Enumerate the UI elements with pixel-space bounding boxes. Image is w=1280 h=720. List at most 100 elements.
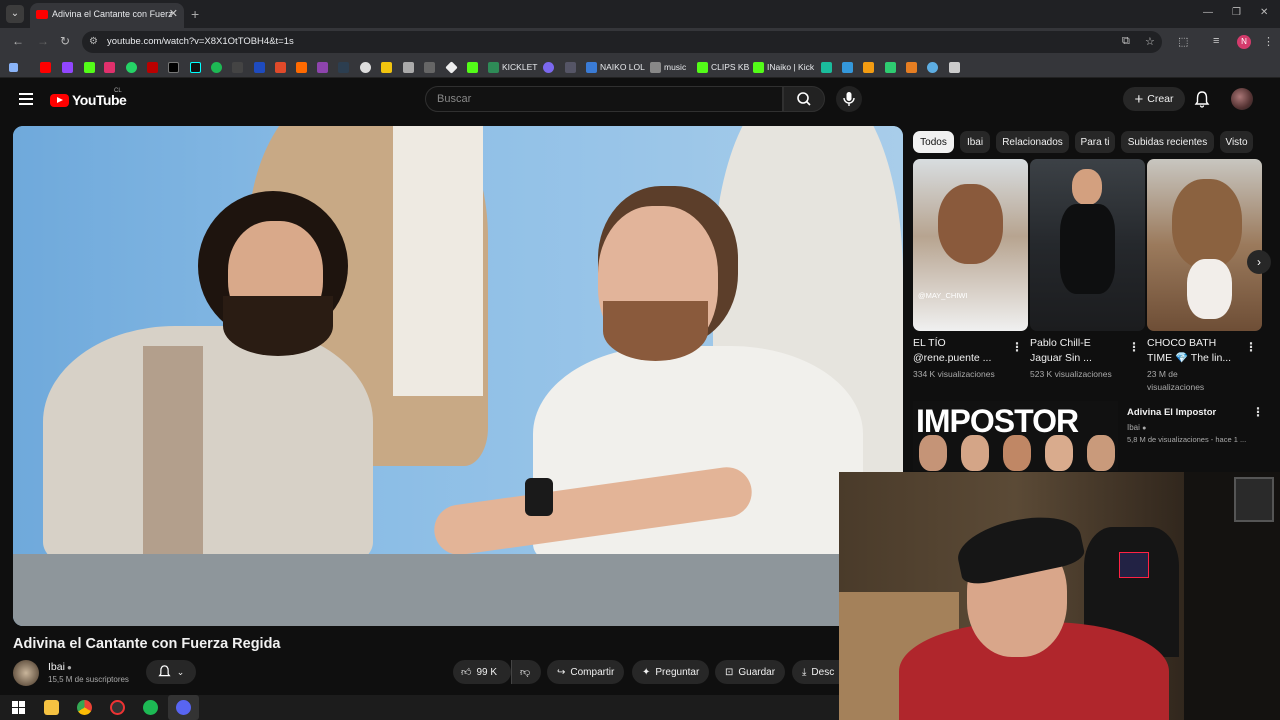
- save-button[interactable]: ⊡ Guardar: [715, 660, 786, 684]
- bookmark-cat-icon[interactable]: [403, 60, 414, 74]
- webcam-person-cap: [952, 507, 1087, 588]
- bookmark-clips-kb[interactable]: CLIPS KB: [697, 60, 749, 74]
- new-tab-icon[interactable]: +: [191, 6, 199, 22]
- chip-para-ti[interactable]: Para ti: [1075, 131, 1115, 153]
- create-button[interactable]: + Crear: [1123, 87, 1185, 111]
- window-close-icon[interactable]: ✕: [1260, 7, 1268, 18]
- bookmark-twitch-icon[interactable]: [62, 60, 73, 74]
- bookmark-violet-icon[interactable]: [543, 60, 554, 74]
- youtube-logo[interactable]: YouTube CL: [50, 88, 127, 108]
- apps-icon[interactable]: [9, 60, 18, 74]
- bookmark-s-icon[interactable]: [232, 60, 243, 74]
- short-title[interactable]: CHOCO BATH TIME 💎 The lin...: [1147, 336, 1242, 366]
- browser-tab-active[interactable]: Adivina el Cantante con Fuerza ✕: [30, 3, 184, 28]
- more-options-icon[interactable]: ⋮: [1128, 340, 1140, 354]
- bookmark-kick-icon[interactable]: [84, 60, 95, 74]
- short-thumbnail[interactable]: @MAY_CHIWI: [913, 159, 1028, 331]
- discord-icon[interactable]: [176, 700, 191, 715]
- share-icon: ↪: [557, 666, 566, 678]
- tab-close-icon[interactable]: ✕: [169, 7, 178, 20]
- bookmark-shield-icon[interactable]: [565, 60, 576, 74]
- short-thumbnail[interactable]: [1147, 159, 1262, 331]
- bookmark-gray-icon[interactable]: [424, 60, 435, 74]
- minimize-icon[interactable]: —: [1203, 7, 1213, 18]
- bookmark-gold-icon[interactable]: [863, 60, 874, 74]
- shorts-next-button[interactable]: ›: [1247, 250, 1271, 274]
- short-title[interactable]: EL TÍO @rene.puente ...: [913, 336, 1008, 366]
- bookmark-light-icon[interactable]: [949, 60, 960, 74]
- bookmark-green-icon[interactable]: [467, 60, 478, 74]
- tab-search-button[interactable]: ⌄: [6, 5, 24, 23]
- download-button[interactable]: ⤓ Desc: [792, 660, 839, 684]
- bookmark-star-icon[interactable]: ☆: [1145, 35, 1155, 48]
- short-thumbnail[interactable]: [1030, 159, 1145, 331]
- media-controls-icon[interactable]: ≡: [1213, 35, 1219, 47]
- recommended-title[interactable]: Adivina El Impostor: [1127, 407, 1216, 418]
- extensions-icon[interactable]: ⬚: [1178, 35, 1188, 48]
- bookmark-red-icon[interactable]: [275, 60, 286, 74]
- install-app-icon[interactable]: ⧉: [1122, 35, 1130, 48]
- bookmark-purple-icon[interactable]: [317, 60, 328, 74]
- browser-menu-icon[interactable]: ⋮: [1263, 35, 1274, 48]
- address-bar[interactable]: ⚙ youtube.com/watch?v=X8X1OtTOBH4&t=1s: [82, 31, 1162, 53]
- recommended-thumbnail[interactable]: IMPOSTOR: [913, 401, 1118, 471]
- chip-subidas-recientes[interactable]: Subidas recientes: [1121, 131, 1214, 153]
- bookmark-lime-icon[interactable]: [885, 60, 896, 74]
- bookmark-tiktok-icon[interactable]: [190, 60, 201, 74]
- bookmark-spotify-icon[interactable]: [211, 60, 222, 74]
- forward-icon[interactable]: →: [37, 34, 49, 48]
- bookmark-orange-icon[interactable]: [296, 60, 307, 74]
- bookmark-youtube-icon[interactable]: [40, 60, 51, 74]
- bookmark-naiko-lol[interactable]: NAIKO LOL: [586, 60, 645, 74]
- obs-icon[interactable]: [110, 700, 125, 715]
- dislike-button[interactable]: 👎︎: [511, 660, 541, 684]
- chip-ibai[interactable]: Ibai: [960, 131, 990, 153]
- ask-button[interactable]: ✦ Preguntar: [632, 660, 710, 684]
- search-input[interactable]: Buscar: [425, 86, 783, 112]
- chip-todos[interactable]: Todos: [913, 131, 954, 153]
- channel-avatar[interactable]: [13, 660, 39, 686]
- chip-visto[interactable]: Visto: [1220, 131, 1253, 153]
- video-player[interactable]: [13, 126, 903, 626]
- bookmark-yellow-icon[interactable]: [381, 60, 392, 74]
- menu-icon[interactable]: [19, 93, 33, 105]
- bookmark-netflix-icon[interactable]: [147, 60, 158, 74]
- bookmark-search-icon[interactable]: [338, 60, 349, 74]
- short-title[interactable]: Pablo Chill-E Jaguar Sin ...: [1030, 336, 1125, 366]
- site-info-icon[interactable]: ⚙: [89, 36, 98, 47]
- bookmark-magnet-icon[interactable]: [906, 60, 917, 74]
- maximize-icon[interactable]: ❐: [1232, 7, 1241, 18]
- bookmark-x-icon[interactable]: [168, 60, 179, 74]
- back-icon[interactable]: ←: [12, 34, 24, 48]
- bookmark-white-icon[interactable]: [360, 60, 371, 74]
- bookmark-bars-icon[interactable]: [842, 60, 853, 74]
- voice-search-button[interactable]: [836, 86, 862, 112]
- plus-icon: +: [1134, 90, 1144, 108]
- reload-icon[interactable]: ↻: [60, 34, 70, 48]
- bookmark-instagram-icon[interactable]: [104, 60, 115, 74]
- bookmark-whatsapp-icon[interactable]: [126, 60, 137, 74]
- bookmark-diamond-icon[interactable]: [445, 60, 458, 74]
- account-avatar[interactable]: [1231, 88, 1253, 110]
- search-button[interactable]: [783, 86, 825, 112]
- chrome-icon[interactable]: [77, 700, 92, 715]
- recommended-channel[interactable]: Ibai ●: [1127, 423, 1146, 432]
- channel-name[interactable]: Ibai ●: [48, 661, 72, 673]
- share-button[interactable]: ↪ Compartir: [547, 660, 625, 684]
- chip-relacionados[interactable]: Relacionados: [996, 131, 1069, 153]
- profile-avatar[interactable]: N: [1237, 35, 1251, 49]
- bookmark-music[interactable]: music: [650, 60, 686, 74]
- more-options-icon[interactable]: ⋮: [1245, 340, 1257, 354]
- more-options-icon[interactable]: ⋮: [1011, 340, 1023, 354]
- bookmark-swirl-icon[interactable]: [927, 60, 938, 74]
- notifications-button[interactable]: [1194, 91, 1210, 113]
- file-explorer-icon[interactable]: [44, 700, 59, 715]
- bookmark-teal-icon[interactable]: [821, 60, 832, 74]
- bookmark-inaiko-kick[interactable]: INaiko | Kick: [753, 60, 814, 74]
- like-button[interactable]: 👍︎ 99 K: [453, 660, 511, 684]
- spotify-icon[interactable]: [143, 700, 158, 715]
- more-options-icon[interactable]: ⋮: [1252, 405, 1264, 419]
- bookmark-kicklet[interactable]: KICKLET: [488, 60, 537, 74]
- bookmark-blue-icon[interactable]: [254, 60, 265, 74]
- subscription-bell-button[interactable]: ⌄: [146, 660, 196, 684]
